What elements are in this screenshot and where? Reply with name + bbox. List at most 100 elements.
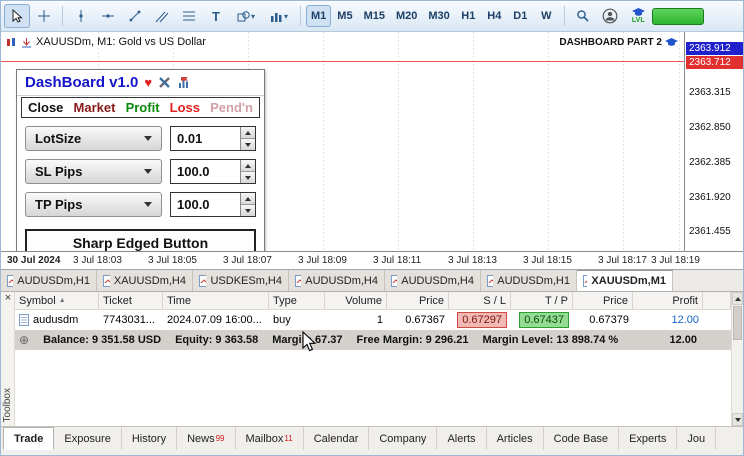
channel-tool-button[interactable] xyxy=(149,4,175,28)
tp-pips-dropdown[interactable]: TP Pips xyxy=(25,192,162,217)
menu-pending[interactable]: Pend'n xyxy=(210,100,253,115)
top-toolbar: T ▾ ▾ M1 M5 M15 M20 M30 H1 H4 D1 W LVL xyxy=(1,1,743,32)
column-header-price[interactable]: Price xyxy=(387,292,449,309)
spin-down-button[interactable] xyxy=(241,205,255,216)
column-header-sl[interactable]: S / L xyxy=(449,292,511,309)
text-tool-icon: T xyxy=(212,8,220,24)
toolbox-scrollbar[interactable] xyxy=(731,292,743,426)
chart-tab[interactable]: XAUUSDm,H4 xyxy=(97,270,193,291)
sl-pips-value[interactable]: 100.0 xyxy=(171,160,240,183)
price-tick: 2361.455 xyxy=(689,226,731,237)
profile-icon xyxy=(602,8,618,24)
column-header-time[interactable]: Time xyxy=(163,292,269,309)
spin-down-button[interactable] xyxy=(241,139,255,150)
tab-code-base[interactable]: Code Base xyxy=(544,427,620,450)
scroll-up-button[interactable] xyxy=(732,292,743,305)
sl-pips-row: SL Pips 100.0 xyxy=(25,159,256,184)
tab-news[interactable]: News 99 xyxy=(177,427,236,450)
expand-icon[interactable]: ⊕ xyxy=(19,333,29,347)
chart-plot-area[interactable]: XAUUSDm, M1: Gold vs US Dollar DASHBOARD… xyxy=(1,32,685,251)
crosshair-tool-button[interactable] xyxy=(31,4,57,28)
menu-market[interactable]: Market xyxy=(74,100,116,115)
timeframe-m5-button[interactable]: M5 xyxy=(332,5,357,27)
timeframe-h4-button[interactable]: H4 xyxy=(482,5,507,27)
lotsize-dropdown[interactable]: LotSize xyxy=(25,126,162,151)
column-header-ticket[interactable]: Ticket xyxy=(99,292,163,309)
tab-company[interactable]: Company xyxy=(369,427,438,450)
mailbox-count-badge: 11 xyxy=(284,434,293,443)
price-tick: 2362.850 xyxy=(689,122,731,133)
text-tool-button[interactable]: T xyxy=(203,4,229,28)
menu-profit[interactable]: Profit xyxy=(126,100,160,115)
trendline-tool-button[interactable] xyxy=(122,4,148,28)
chevron-down-icon xyxy=(144,169,152,174)
spin-down-button[interactable] xyxy=(241,172,255,183)
timeframe-m30-button[interactable]: M30 xyxy=(423,5,454,27)
tp-pips-stepper[interactable]: 100.0 xyxy=(170,192,256,217)
scroll-down-button[interactable] xyxy=(732,413,743,426)
tab-mailbox[interactable]: Mailbox 11 xyxy=(236,427,304,450)
menu-loss[interactable]: Loss xyxy=(170,100,200,115)
chart-tab-label: XAUUSDm,H4 xyxy=(113,274,186,287)
column-header-symbol[interactable]: Symbol ▲ xyxy=(15,292,99,309)
footer-sliver xyxy=(1,450,743,455)
column-header-volume[interactable]: Volume xyxy=(325,292,387,309)
connection-status-bar xyxy=(651,7,704,25)
spin-up-button[interactable] xyxy=(241,160,255,172)
vertical-line-tool-button[interactable] xyxy=(68,4,94,28)
chart-tab-active[interactable]: XAUUSDm,M1 xyxy=(577,270,673,291)
column-header-price-current[interactable]: Price xyxy=(573,292,633,309)
timeframe-m20-button[interactable]: M20 xyxy=(391,5,422,27)
sharp-edged-button[interactable]: Sharp Edged Button xyxy=(25,229,256,251)
column-header-filler xyxy=(703,292,731,309)
cursor-tool-button[interactable] xyxy=(4,4,30,28)
price-axis[interactable]: 2363.912 2363.712 2363.315 2362.850 2362… xyxy=(685,32,743,251)
tab-calendar[interactable]: Calendar xyxy=(304,427,370,450)
timeframe-d1-button[interactable]: D1 xyxy=(508,5,533,27)
tab-trade[interactable]: Trade xyxy=(3,427,55,450)
scrollbar-thumb[interactable] xyxy=(733,306,742,340)
trade-table-row[interactable]: audusdm 7743031... 2024.07.09 16:00... b… xyxy=(15,310,731,330)
tab-exposure[interactable]: Exposure xyxy=(54,427,122,450)
chart-tab[interactable]: AUDUSDm,H1 xyxy=(1,270,97,291)
profile-button[interactable] xyxy=(597,4,623,28)
horizontal-line-tool-button[interactable] xyxy=(95,4,121,28)
column-header-profit[interactable]: Profit xyxy=(633,292,703,309)
time-tick: 3 Jul 18:03 xyxy=(73,255,122,266)
lotsize-value[interactable]: 0.01 xyxy=(171,127,240,150)
tab-history[interactable]: History xyxy=(122,427,178,450)
timeframe-h1-button[interactable]: H1 xyxy=(456,5,481,27)
spin-up-button[interactable] xyxy=(241,127,255,139)
chart-tab[interactable]: AUDUSDm,H4 xyxy=(385,270,481,291)
menu-close[interactable]: Close xyxy=(28,100,63,115)
chart-tab[interactable]: USDKESm,H4 xyxy=(193,270,289,291)
sl-pips-dropdown[interactable]: SL Pips xyxy=(25,159,162,184)
indicators-tool-button[interactable]: ▾ xyxy=(263,4,295,28)
tab-experts[interactable]: Experts xyxy=(619,427,678,450)
account-summary-row[interactable]: ⊕ Balance: 9 351.58 USD Equity: 9 363.58… xyxy=(15,330,731,350)
tab-journal[interactable]: Jou xyxy=(677,427,717,450)
toolbox-panel-label: Toolbox xyxy=(2,387,13,422)
balance-value: Balance: 9 351.58 USD xyxy=(43,334,162,346)
spin-up-button[interactable] xyxy=(241,193,255,205)
column-header-type[interactable]: Type xyxy=(269,292,325,309)
chart-tab[interactable]: AUDUSDm,H4 xyxy=(289,270,385,291)
fibonacci-tool-button[interactable] xyxy=(176,4,202,28)
level-indicator[interactable]: LVL xyxy=(631,8,645,24)
tab-alerts[interactable]: Alerts xyxy=(437,427,487,450)
search-button[interactable] xyxy=(570,4,596,28)
chart-tab[interactable]: AUDUSDm,H1 xyxy=(481,270,577,291)
tp-pips-value[interactable]: 100.0 xyxy=(171,193,240,216)
lotsize-stepper[interactable]: 0.01 xyxy=(170,126,256,151)
time-axis[interactable]: 30 Jul 2024 3 Jul 18:03 3 Jul 18:05 3 Ju… xyxy=(1,251,743,269)
column-header-tp[interactable]: T / P xyxy=(511,292,573,309)
timeframe-w1-button[interactable]: W xyxy=(534,5,559,27)
dashboard-menu: Close Market Profit Loss Pend'n xyxy=(21,97,260,118)
timeframe-m15-button[interactable]: M15 xyxy=(359,5,390,27)
sl-pips-stepper[interactable]: 100.0 xyxy=(170,159,256,184)
shapes-tool-button[interactable]: ▾ xyxy=(230,4,262,28)
timeframe-m1-button[interactable]: M1 xyxy=(306,5,332,27)
tab-articles[interactable]: Articles xyxy=(487,427,544,450)
chart-tab-label: XAUUSDm,M1 xyxy=(591,275,666,287)
toolbox-close-button[interactable]: × xyxy=(2,293,14,305)
